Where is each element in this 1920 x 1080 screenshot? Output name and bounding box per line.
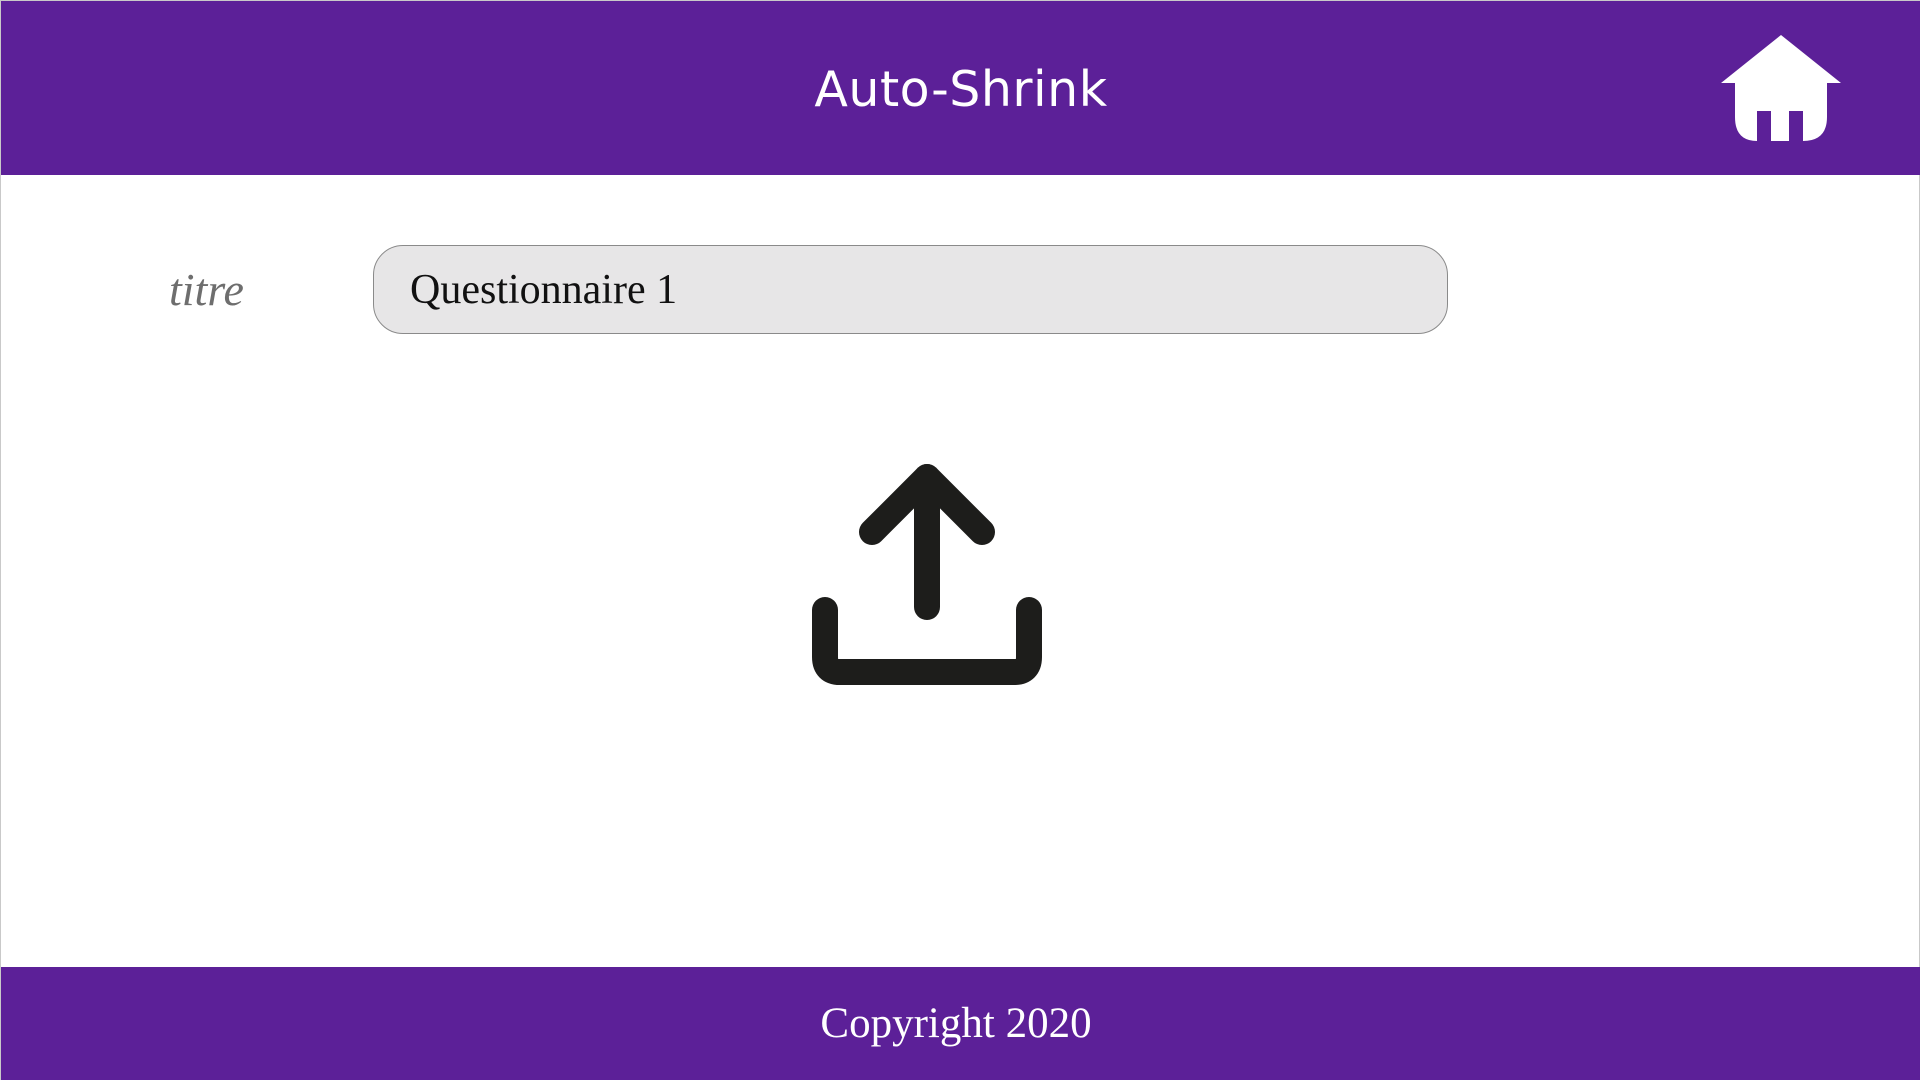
upload-icon [812,464,1042,685]
title-label: titre [169,264,244,315]
copyright-text: Copyright 2020 [820,1000,1092,1047]
app-title: Auto-Shrink [814,61,1108,118]
upload-button[interactable] [807,459,1047,693]
home-icon [1721,35,1841,141]
title-input[interactable] [373,245,1448,334]
footer-bar: Copyright 2020 [1,967,1920,1080]
home-button[interactable] [1719,31,1843,145]
header-bar: Auto-Shrink [1,1,1920,175]
app-window: Auto-Shrink titre Copyright 2020 [0,0,1920,1080]
